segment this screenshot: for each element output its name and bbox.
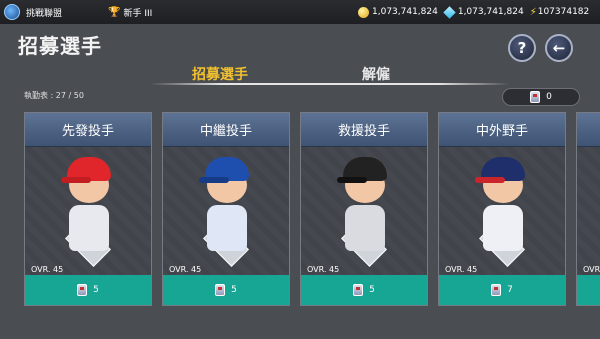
player-preview [301,147,427,277]
player-preview [25,147,151,277]
recruit-card[interactable]: 先發投手 OVR. 45 5 [24,112,152,306]
ticket-count: 0 [546,92,552,102]
diamond-icon [443,5,456,19]
status-bar: 挑戰聯盟 🏆 新手 III 1,073,741,824 1,073,741,82… [0,0,600,24]
price-value: 5 [369,285,375,295]
card-ovr: OVR. 45 [307,265,340,274]
ticket-icon [491,284,502,296]
card-title: 救援投手 [301,113,427,147]
player-avatar [59,153,119,257]
recruit-price-button[interactable] [577,275,600,305]
card-title: 中繼投手 [163,113,289,147]
player-preview [577,147,600,277]
ticket-icon [530,91,541,103]
roster-count: 執勤表 : 27 / 50 [24,91,84,100]
back-button[interactable]: ← [545,34,573,62]
card-ovr: OVR. 45 [445,265,478,274]
player-avatar [473,153,533,257]
rank-info: 🏆 新手 III [108,6,358,19]
recruit-card[interactable]: 中繼投手 OVR. 45 5 [162,112,290,306]
recruit-price-button[interactable]: 5 [301,275,427,305]
card-ovr: OVR. 45 [31,265,64,274]
price-value: 5 [231,285,237,295]
recruit-card-list: 先發投手 OVR. 45 5 中繼投手 OVR. 45 5 救援投手 OVR. … [0,112,600,308]
page-title: 招募選手 [18,34,102,58]
tab-release[interactable]: 解僱 [362,64,390,84]
card-ovr: OVR [583,265,600,274]
gem-balance[interactable]: 1,073,741,824 [443,5,524,19]
ticket-counter[interactable]: 0 [502,88,580,106]
coin-balance[interactable]: 1,073,741,824 [358,6,438,18]
card-title: 先發投手 [25,113,151,147]
ticket-icon [353,284,364,296]
recruit-card[interactable]: 中外野手 OVR. 45 7 [438,112,566,306]
trophy-icon: 🏆 [108,6,121,18]
league-emblem-icon [4,4,20,20]
card-title [577,113,600,147]
gem-amount: 1,073,741,824 [457,7,524,17]
rank-label: 新手 III [123,8,153,19]
league-name: 挑戰聯盟 [26,8,63,19]
recruit-card[interactable]: 救援投手 OVR. 45 5 [300,112,428,306]
player-avatar [197,153,257,257]
tab-bar: 招募選手 解僱 [150,64,510,85]
price-value: 7 [507,285,513,295]
card-title: 中外野手 [439,113,565,147]
coin-amount: 1,073,741,824 [372,7,438,17]
recruit-price-button[interactable]: 5 [25,275,151,305]
energy-balance[interactable]: ⚡ 107374182 [530,7,590,18]
energy-amount: 107374182 [537,7,590,17]
player-preview [439,147,565,277]
league-info[interactable]: 挑戰聯盟 [4,4,108,20]
arrow-left-icon: ← [552,39,566,57]
ticket-icon [77,284,88,296]
recruit-price-button[interactable]: 7 [439,275,565,305]
tab-recruit[interactable]: 招募選手 [192,64,248,84]
player-preview [163,147,289,277]
card-ovr: OVR. 45 [169,265,202,274]
recruit-card-partial[interactable]: OVR [576,112,600,306]
ticket-icon [215,284,226,296]
player-avatar [335,153,395,257]
tab-divider [150,83,510,85]
lightning-icon: ⚡ [529,6,537,18]
price-value: 5 [93,285,99,295]
help-button[interactable]: ? [508,34,536,62]
coin-icon [358,6,369,18]
recruit-price-button[interactable]: 5 [163,275,289,305]
